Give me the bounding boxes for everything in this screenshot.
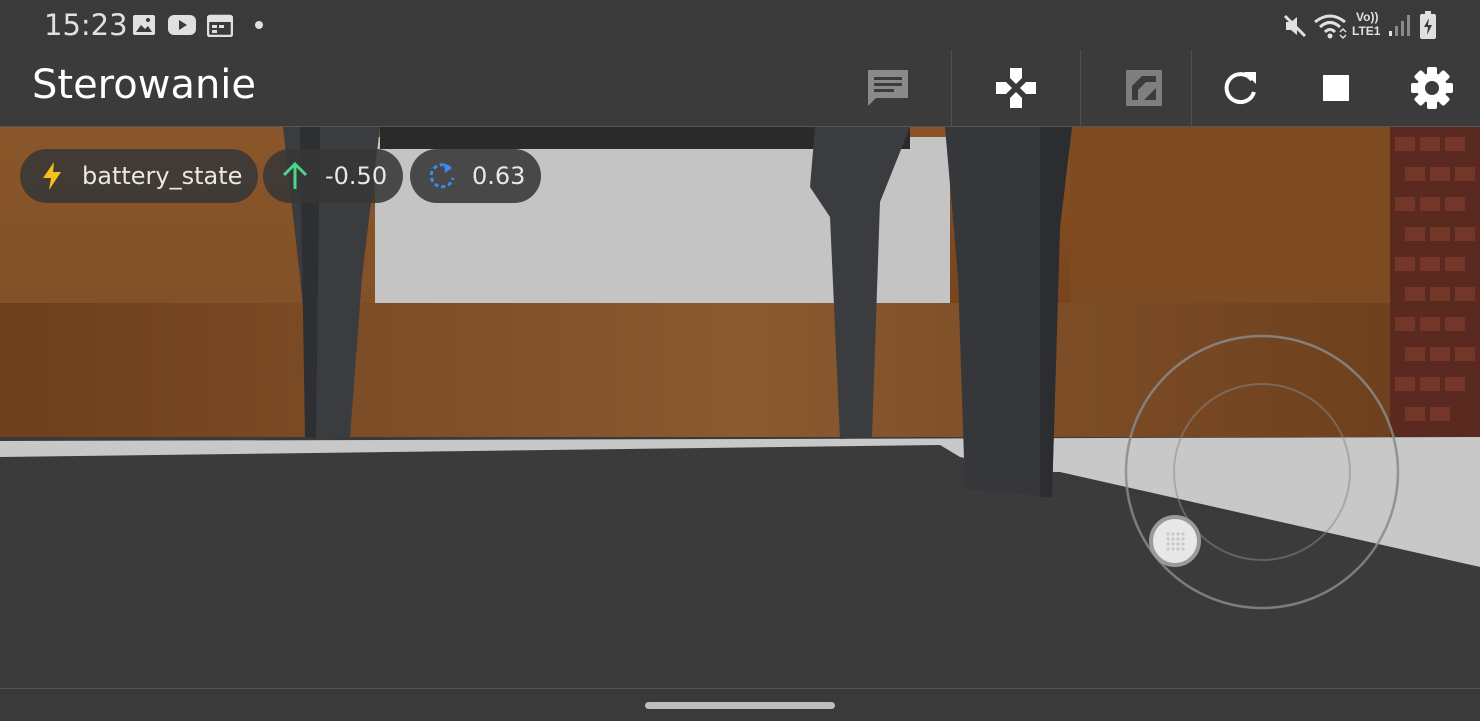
chip-label: 0.63	[472, 162, 526, 190]
divider	[1191, 50, 1192, 126]
battery-charging-icon	[1420, 11, 1436, 39]
settings-icon	[1411, 67, 1453, 109]
signal-icon	[1389, 15, 1410, 36]
divider	[1080, 50, 1081, 126]
chat-icon	[868, 70, 908, 106]
gamepad-icon	[996, 68, 1036, 108]
arrow-up-shape	[282, 162, 308, 189]
joystick-thumb[interactable]	[1149, 515, 1201, 567]
home-gesture-handle[interactable]	[645, 702, 835, 709]
map-icon	[1126, 70, 1162, 106]
rotate-arrow-shape	[444, 163, 452, 173]
mute-icon	[1283, 14, 1307, 38]
joystick-outer-ring	[1124, 334, 1400, 610]
chip-label: battery_state	[82, 162, 243, 190]
bolt-shape	[43, 162, 61, 190]
calendar-icon	[207, 14, 233, 37]
linear-velocity-chip[interactable]: -0.50	[263, 149, 404, 203]
chat-button[interactable]	[862, 62, 914, 114]
angular-velocity-chip[interactable]: 0.63	[410, 149, 542, 203]
rotate-icon	[428, 162, 456, 190]
refresh-icon	[1224, 72, 1256, 105]
joystick-inner-ring	[1173, 383, 1351, 561]
bolt-icon	[38, 162, 66, 190]
settings-button[interactable]	[1406, 62, 1458, 114]
chip-label: -0.50	[325, 162, 388, 190]
navigation-bar	[0, 688, 1480, 721]
page-title: Sterowanie	[32, 62, 257, 108]
arrow-up-icon	[281, 162, 309, 190]
youtube-icon	[168, 15, 196, 35]
lte-label: LTE1	[1352, 24, 1381, 38]
wifi-icon	[1314, 14, 1347, 40]
divider	[951, 50, 952, 126]
battery-state-chip[interactable]: battery_state	[20, 149, 259, 203]
gamepad-button[interactable]	[990, 62, 1042, 114]
joystick[interactable]	[1117, 327, 1407, 617]
map-button[interactable]	[1118, 62, 1170, 114]
dot-icon	[255, 21, 263, 29]
status-bar: 15:23 Vo)) LTE1	[0, 0, 1480, 50]
app-bar: Sterowanie	[0, 50, 1480, 128]
camera-view: battery_state -0.50 0.63	[0, 127, 1480, 688]
stop-button[interactable]	[1310, 62, 1362, 114]
refresh-button[interactable]	[1214, 62, 1266, 114]
image-icon	[133, 15, 155, 35]
status-time: 15:23	[44, 8, 128, 42]
stop-icon	[1323, 75, 1349, 101]
volte-label: Vo))	[1356, 10, 1379, 24]
